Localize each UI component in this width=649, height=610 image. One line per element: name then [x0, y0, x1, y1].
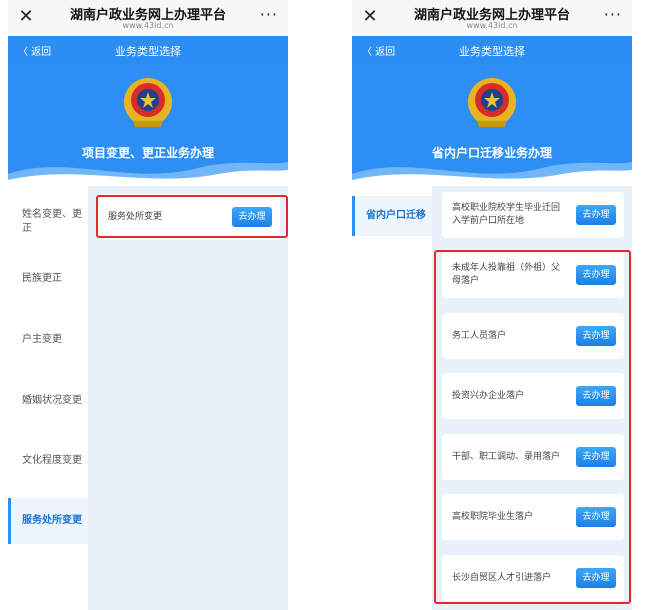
browser-top-bar: ✕ 湖南户政业务网上办理平台 www.43id.cn ···: [352, 0, 632, 37]
browser-url: www.43id.cn: [466, 21, 518, 30]
service-card-label: 高校职业院校学生毕业迁回入学前户口所在地: [452, 203, 561, 226]
sidebar-item-marital-status-change[interactable]: 婚姻状况变更: [8, 394, 88, 414]
service-list: 服务处所变更 去办理: [88, 186, 288, 610]
police-emblem-icon: [468, 78, 516, 127]
wave-decoration: [8, 162, 288, 186]
red-highlight-box: [96, 195, 288, 238]
sidebar-item-name-change[interactable]: 姓名变更、更正: [8, 204, 88, 244]
service-card: 高校职业院校学生毕业迁回入学前户口所在地 去办理: [442, 192, 624, 238]
hero-banner: 项目变更、更正业务办理: [8, 64, 288, 186]
hero-banner: 省内户口迁移业务办理: [352, 64, 632, 186]
sidebar-item-householder-change[interactable]: 户主变更: [8, 333, 88, 353]
browser-url: www.43id.cn: [122, 21, 174, 30]
nav-bar: 〈 返回 业务类型选择: [352, 36, 632, 64]
more-menu-icon[interactable]: ···: [260, 5, 278, 24]
nav-title: 业务类型选择: [115, 45, 181, 58]
nav-bar: 〈 返回 业务类型选择: [8, 36, 288, 64]
sidebar-item-ethnicity-correction[interactable]: 民族更正: [8, 272, 88, 292]
browser-top-bar: ✕ 湖南户政业务网上办理平台 www.43id.cn ···: [8, 0, 288, 37]
police-emblem-icon: [124, 78, 172, 127]
red-highlight-box: [434, 250, 631, 604]
category-sidebar: 姓名变更、更正 民族更正 户主变更 婚姻状况变更 文化程度变更 服务处所变更: [8, 186, 88, 610]
wave-decoration: [352, 162, 632, 186]
left-phone-screen: ✕ 湖南户政业务网上办理平台 www.43id.cn ··· 〈 返回 业务类型…: [8, 0, 288, 610]
nav-title: 业务类型选择: [459, 45, 525, 58]
body-area: 姓名变更、更正 民族更正 户主变更 婚姻状况变更 文化程度变更 服务处所变更 服…: [8, 186, 288, 610]
category-sidebar: 省内户口迁移: [352, 186, 432, 610]
go-handle-button[interactable]: 去办理: [576, 205, 616, 225]
sidebar-item-service-place-change[interactable]: 服务处所变更: [8, 498, 88, 544]
more-menu-icon[interactable]: ···: [604, 5, 622, 24]
sidebar-item-in-province-migration[interactable]: 省内户口迁移: [352, 196, 432, 236]
sidebar-item-education-change[interactable]: 文化程度变更: [8, 454, 88, 474]
